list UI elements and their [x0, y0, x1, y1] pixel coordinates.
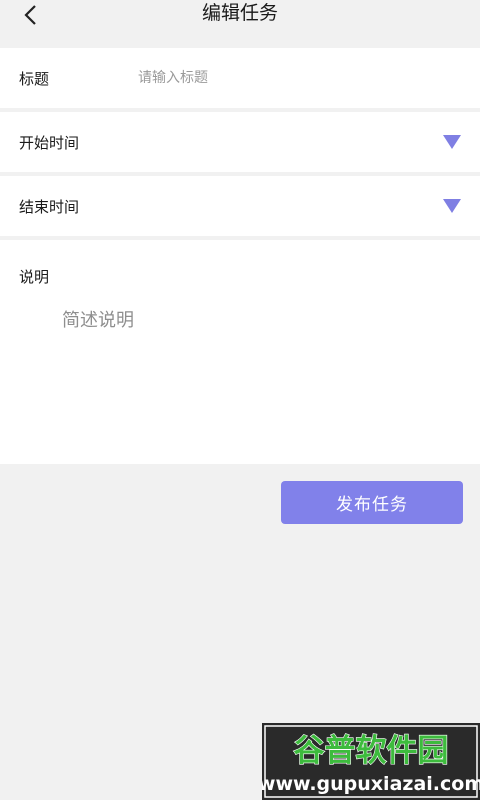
- start-time-row[interactable]: 开始时间: [0, 112, 480, 172]
- description-textarea[interactable]: [54, 300, 460, 450]
- svg-text:www.gupuxiazai.com: www.gupuxiazai.com: [262, 773, 480, 795]
- end-time-row[interactable]: 结束时间: [0, 176, 480, 236]
- watermark-logo: 谷普软件园 www.gupuxiazai.com: [262, 723, 480, 800]
- title-input[interactable]: [130, 60, 460, 96]
- triangle-down-icon: [443, 135, 461, 149]
- triangle-down-icon: [443, 199, 461, 213]
- publish-task-button[interactable]: 发布任务: [281, 481, 463, 524]
- end-time-label: 结束时间: [19, 198, 80, 216]
- header-bar: 编辑任务: [0, 0, 480, 38]
- description-label: 说明: [19, 268, 50, 286]
- start-time-label: 开始时间: [19, 134, 80, 152]
- title-label: 标题: [19, 70, 50, 88]
- page-title: 编辑任务: [201, 2, 278, 24]
- svg-text:谷普软件园: 谷普软件园: [294, 733, 449, 769]
